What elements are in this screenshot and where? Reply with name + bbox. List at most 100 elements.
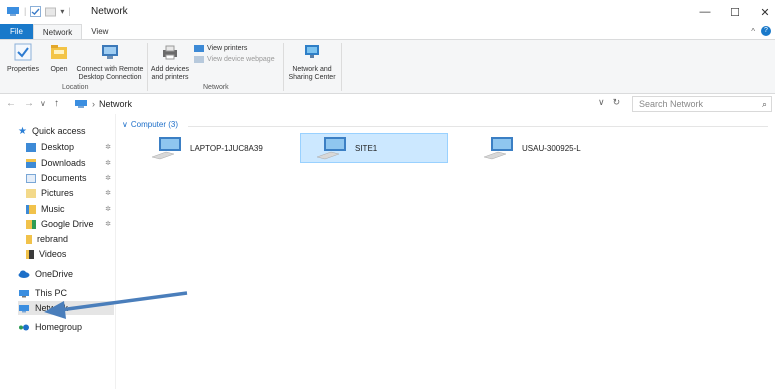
nav-item-onedrive[interactable]: OneDrive bbox=[18, 267, 114, 281]
group-header-label: Computer (3) bbox=[130, 120, 178, 129]
pin-icon[interactable]: ✲ bbox=[105, 189, 111, 197]
printer-icon bbox=[163, 45, 177, 60]
ribbon: Properties Open Connect with Remote Desk… bbox=[0, 39, 775, 94]
title-bar: | ▾ | Network — ☐ ✕ bbox=[0, 0, 775, 24]
network-icon bbox=[19, 304, 29, 312]
properties-label: Properties bbox=[7, 66, 39, 73]
computer-group-header[interactable]: ∨ Computer (3) bbox=[122, 120, 178, 129]
breadcrumb-separator-icon: › bbox=[92, 99, 95, 109]
device-webpage-icon bbox=[194, 56, 204, 63]
view-printers-button[interactable]: View printers bbox=[194, 44, 247, 53]
computer-name: USAU-300925-L bbox=[522, 143, 581, 153]
chevron-up-icon[interactable]: ^ bbox=[751, 27, 755, 36]
properties-icon bbox=[14, 43, 32, 61]
nav-item-desktop[interactable]: Desktop ✲ bbox=[26, 140, 114, 154]
documents-folder-icon bbox=[26, 173, 36, 183]
tab-file[interactable]: File bbox=[0, 24, 33, 39]
nav-item-label: Videos bbox=[39, 249, 67, 259]
open-button[interactable]: Open bbox=[47, 43, 71, 74]
nav-item-label: Documents bbox=[41, 173, 87, 183]
connect-remote-label-2: Desktop Connection bbox=[78, 74, 142, 81]
help-icon[interactable]: ? bbox=[761, 26, 771, 36]
network-location-icon bbox=[75, 100, 87, 108]
tab-view[interactable]: View bbox=[82, 24, 117, 39]
connect-remote-desktop-button[interactable]: Connect with Remote Desktop Connection bbox=[74, 43, 146, 82]
address-dropdown-icon[interactable]: ∨ bbox=[598, 97, 605, 108]
nav-item-pictures[interactable]: Pictures ✲ bbox=[26, 186, 114, 200]
nav-item-label: Pictures bbox=[41, 188, 74, 198]
pictures-folder-icon bbox=[26, 188, 36, 198]
remote-desktop-icon bbox=[102, 45, 118, 59]
desktop-folder-icon bbox=[26, 142, 36, 152]
add-devices-label-2: and printers bbox=[151, 74, 189, 81]
separator-icon: | bbox=[68, 6, 71, 16]
refresh-icon[interactable]: ↻ bbox=[613, 97, 621, 108]
computer-name: LAPTOP-1JUC8A39 bbox=[190, 143, 263, 153]
homegroup-icon bbox=[19, 324, 29, 330]
pin-icon[interactable]: ✲ bbox=[105, 159, 111, 167]
customize-toolbar-dropdown-icon[interactable]: ▾ bbox=[60, 7, 64, 16]
add-devices-button[interactable]: Add devices and printers bbox=[149, 43, 191, 82]
network-group-label: Network bbox=[203, 84, 229, 91]
checkmark-properties-icon[interactable] bbox=[30, 5, 42, 17]
nav-item-label: Downloads bbox=[41, 158, 86, 168]
nav-item-label: Music bbox=[41, 204, 65, 214]
nav-item-label: Desktop bbox=[41, 142, 75, 152]
pin-icon[interactable]: ✲ bbox=[105, 143, 111, 151]
tab-network[interactable]: Network bbox=[32, 24, 83, 39]
new-folder-icon[interactable] bbox=[45, 6, 57, 17]
nav-item-videos[interactable]: Videos bbox=[26, 247, 114, 261]
separator-icon: | bbox=[24, 6, 27, 16]
add-devices-label-1: Add devices bbox=[150, 66, 190, 73]
music-folder-icon bbox=[26, 204, 36, 214]
search-input[interactable]: Search Network ⌕ bbox=[632, 96, 772, 112]
quick-access-toolbar: | ▾ | bbox=[6, 5, 71, 17]
network-sharing-icon bbox=[305, 45, 319, 58]
window-title: Network bbox=[91, 6, 128, 17]
pin-icon[interactable]: ✲ bbox=[105, 205, 111, 213]
address-bar-row: ← → ∨ ↑ › Network ∨ ↻ Search Network ⌕ bbox=[0, 94, 775, 114]
recent-locations-chevron-icon[interactable]: ∨ bbox=[40, 99, 46, 108]
videos-folder-icon bbox=[26, 249, 34, 259]
star-icon: ★ bbox=[18, 125, 27, 137]
network-app-icon bbox=[7, 7, 19, 16]
computer-tile-usau[interactable]: USAU-300925-L bbox=[468, 133, 616, 163]
quick-access-item[interactable]: ★ Quick access bbox=[18, 124, 114, 138]
nav-item-documents[interactable]: Documents ✲ bbox=[26, 171, 114, 185]
back-arrow-icon[interactable]: ← bbox=[6, 98, 16, 109]
view-printers-icon bbox=[194, 45, 204, 52]
search-icon[interactable]: ⌕ bbox=[762, 99, 767, 110]
computer-icon bbox=[316, 137, 346, 160]
up-arrow-icon[interactable]: ↑ bbox=[54, 98, 59, 109]
view-device-webpage-label: View device webpage bbox=[207, 56, 275, 63]
folder-icon bbox=[26, 234, 32, 244]
location-group-label: Location bbox=[62, 84, 89, 91]
computer-tile-laptop[interactable]: LAPTOP-1JUC8A39 bbox=[136, 133, 284, 163]
ribbon-divider bbox=[341, 43, 342, 91]
chevron-down-icon: ∨ bbox=[122, 120, 128, 129]
view-device-webpage-button[interactable]: View device webpage bbox=[194, 55, 275, 64]
view-printers-label: View printers bbox=[207, 45, 248, 52]
network-center-label-1: Network and bbox=[292, 66, 332, 73]
close-button[interactable]: ✕ bbox=[746, 0, 775, 24]
properties-button[interactable]: Properties bbox=[0, 43, 46, 74]
address-bar[interactable]: › Network bbox=[74, 97, 631, 111]
nav-item-rebrand[interactable]: rebrand bbox=[26, 232, 114, 246]
quick-access-label: Quick access bbox=[31, 126, 86, 136]
nav-item-music[interactable]: Music ✲ bbox=[26, 202, 114, 216]
computer-tile-site1[interactable]: SITE1 bbox=[300, 133, 448, 163]
downloads-folder-icon bbox=[26, 158, 36, 168]
nav-item-google-drive[interactable]: Google Drive ✲ bbox=[26, 217, 114, 231]
forward-arrow-icon[interactable]: → bbox=[24, 98, 34, 109]
breadcrumb-network[interactable]: Network bbox=[99, 99, 132, 109]
pin-icon[interactable]: ✲ bbox=[105, 174, 111, 182]
connect-remote-label-1: Connect with Remote bbox=[76, 66, 144, 73]
ribbon-controls: ^ ? bbox=[751, 26, 771, 36]
pin-icon[interactable]: ✲ bbox=[105, 220, 111, 228]
open-folder-icon bbox=[51, 45, 67, 59]
nav-item-downloads[interactable]: Downloads ✲ bbox=[26, 156, 114, 170]
computer-icon bbox=[19, 289, 29, 297]
network-center-label-2: Sharing Center bbox=[288, 74, 336, 81]
nav-item-label: rebrand bbox=[37, 234, 69, 244]
network-sharing-center-button[interactable]: Network and Sharing Center bbox=[285, 43, 339, 82]
